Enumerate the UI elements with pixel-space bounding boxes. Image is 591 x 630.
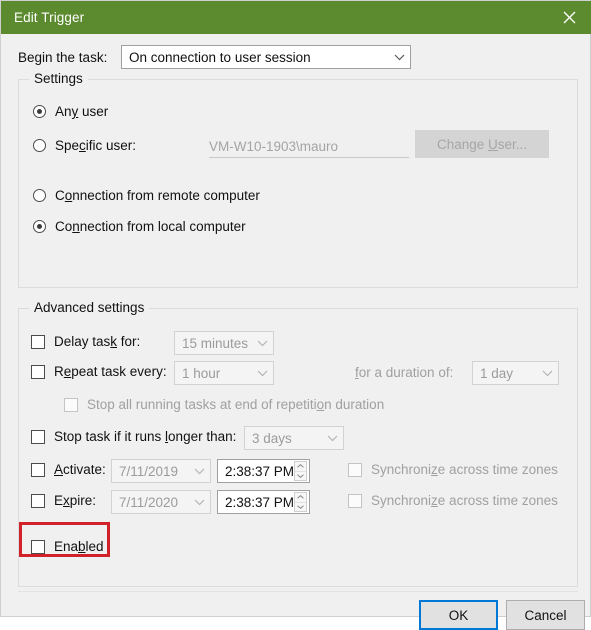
spinner-up-icon[interactable]	[295, 462, 306, 471]
checkbox-indicator	[31, 539, 45, 554]
spinner-buttons[interactable]	[294, 492, 307, 512]
chevron-down-icon	[536, 370, 558, 377]
specific-user-field: VM-W10-1903\mauro	[209, 134, 409, 158]
checkbox-indicator	[31, 364, 45, 379]
radio-indicator	[33, 139, 46, 152]
radio-local-connection[interactable]: Connection from local computer	[33, 219, 246, 234]
ok-button[interactable]: OK	[419, 600, 498, 630]
close-icon	[563, 11, 575, 24]
checkbox-indicator	[64, 397, 78, 412]
spinner-down-icon[interactable]	[295, 470, 306, 481]
checkbox-indicator	[31, 334, 45, 349]
chevron-down-icon	[188, 499, 210, 506]
specific-user-value: VM-W10-1903\mauro	[209, 139, 339, 154]
checkbox-delay-task[interactable]: Delay task for:	[31, 334, 140, 349]
checkbox-activate-sync-timezones: Synchronize across time zones	[348, 462, 558, 477]
begin-task-row: Begin the task: On connection to user se…	[18, 44, 578, 70]
title-bar: Edit Trigger	[1, 1, 591, 34]
begin-task-combo-value: On connection to user session	[129, 49, 311, 65]
begin-task-combo[interactable]: On connection to user session	[121, 45, 411, 69]
checkbox-stop-longer-than[interactable]: Stop task if it runs longer than:	[31, 429, 236, 444]
checkbox-activate-label: Activate:	[54, 462, 106, 477]
cancel-button[interactable]: Cancel	[506, 600, 585, 630]
chevron-down-icon	[321, 435, 343, 442]
checkbox-indicator	[31, 429, 45, 444]
checkbox-indicator	[31, 462, 45, 477]
begin-task-label: Begin the task:	[18, 49, 108, 65]
change-user-button-label: Change User...	[436, 136, 528, 152]
spinner-buttons[interactable]	[294, 461, 307, 481]
activate-date-combo: 7/11/2019	[111, 459, 211, 483]
advanced-settings-group: Advanced settings Delay task for: 15 min…	[18, 300, 578, 587]
checkbox-activate-sync-label: Synchronize across time zones	[371, 462, 558, 477]
radio-indicator	[33, 220, 46, 233]
checkbox-expire-sync-label: Synchronize across time zones	[371, 493, 558, 508]
duration-combo: 1 day	[472, 361, 559, 385]
activate-time-value: 2:38:37 PM	[225, 463, 295, 479]
settings-group: Settings Any user Specific user: VM-W10-…	[18, 71, 578, 288]
chevron-down-icon	[251, 340, 273, 347]
window-title: Edit Trigger	[14, 10, 85, 25]
chevron-down-icon	[251, 370, 273, 377]
stop-longer-than-combo-value: 3 days	[252, 430, 292, 446]
footer-separator	[18, 591, 578, 592]
dialog-body: Begin the task: On connection to user se…	[1, 34, 590, 630]
activate-date-value: 7/11/2019	[119, 463, 179, 479]
checkbox-stop-repetition-label: Stop all running tasks at end of repetit…	[87, 397, 385, 412]
delay-task-combo: 15 minutes	[174, 331, 274, 355]
checkbox-enabled[interactable]: Enabled	[31, 539, 104, 554]
delay-task-combo-value: 15 minutes	[182, 335, 249, 351]
spinner-down-icon[interactable]	[295, 501, 306, 512]
repeat-task-combo: 1 hour	[174, 361, 274, 385]
radio-remote-connection-label: Connection from remote computer	[55, 188, 260, 203]
spinner-up-icon[interactable]	[295, 493, 306, 502]
close-button[interactable]	[546, 1, 591, 34]
activate-time-spinner: 2:38:37 PM	[217, 459, 310, 483]
radio-local-connection-label: Connection from local computer	[55, 219, 246, 234]
checkbox-delay-task-label: Delay task for:	[54, 334, 141, 349]
checkbox-expire-label: Expire:	[54, 493, 97, 508]
change-user-button: Change User...	[415, 130, 549, 158]
checkbox-repeat-task-label: Repeat task every:	[54, 364, 167, 379]
duration-label: for a duration of:	[355, 365, 454, 380]
chevron-down-icon	[388, 54, 410, 61]
radio-specific-user[interactable]: Specific user:	[33, 138, 136, 153]
checkbox-indicator	[31, 493, 45, 508]
advanced-settings-group-title: Advanced settings	[29, 300, 150, 315]
repeat-task-combo-value: 1 hour	[182, 365, 221, 381]
cancel-button-label: Cancel	[524, 607, 567, 623]
radio-specific-user-label: Specific user:	[55, 138, 137, 153]
checkbox-enabled-label: Enabled	[54, 539, 104, 554]
settings-group-title: Settings	[29, 71, 88, 86]
checkbox-stop-repetition: Stop all running tasks at end of repetit…	[64, 397, 384, 412]
radio-indicator	[33, 189, 46, 202]
radio-any-user[interactable]: Any user	[33, 104, 108, 119]
checkbox-activate[interactable]: Activate:	[31, 462, 106, 477]
duration-combo-value: 1 day	[480, 365, 514, 381]
radio-any-user-label: Any user	[55, 104, 109, 119]
radio-remote-connection[interactable]: Connection from remote computer	[33, 188, 260, 203]
checkbox-indicator	[348, 493, 362, 508]
checkbox-expire-sync-timezones: Synchronize across time zones	[348, 493, 558, 508]
radio-indicator	[33, 105, 46, 118]
checkbox-indicator	[348, 462, 362, 477]
checkbox-expire[interactable]: Expire:	[31, 493, 96, 508]
expire-time-spinner: 2:38:37 PM	[217, 490, 310, 514]
checkbox-repeat-task[interactable]: Repeat task every:	[31, 364, 167, 379]
edit-trigger-dialog: Edit Trigger Begin the task: On connecti…	[0, 0, 591, 630]
expire-time-value: 2:38:37 PM	[225, 494, 295, 510]
ok-button-label: OK	[448, 607, 469, 623]
stop-longer-than-combo: 3 days	[244, 426, 344, 450]
expire-date-combo: 7/11/2020	[111, 490, 211, 514]
chevron-down-icon	[188, 468, 210, 475]
checkbox-stop-longer-than-label: Stop task if it runs longer than:	[54, 429, 237, 444]
expire-date-value: 7/11/2020	[119, 494, 179, 510]
